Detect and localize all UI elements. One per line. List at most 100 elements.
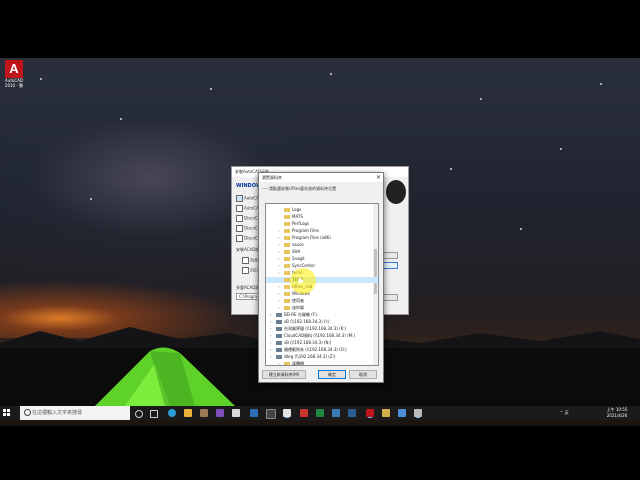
installer-subcheck[interactable]: 包含 [242, 257, 258, 264]
tree-folder-item[interactable]: › 媒體櫃 [266, 361, 378, 366]
tree-item-label: dbrg (\\192.168.34.3) (Z:) [284, 354, 336, 359]
app-icon[interactable] [332, 409, 340, 417]
tent-image [95, 347, 235, 406]
tree-drive-item[interactable]: › 台灣業界優 (\\192.168.34.3) (K:) [266, 326, 376, 332]
new-folder-button[interactable]: 建立新資料夾(M) [262, 370, 306, 379]
app-icon[interactable] [250, 409, 258, 417]
tree-item-label: 婚禮範例系 (\\192.168.34.3) (O:) [284, 347, 347, 352]
drive-icon [276, 327, 282, 331]
edge-icon[interactable] [168, 409, 176, 417]
tree-folder-item[interactable]: › sauce [266, 242, 378, 248]
folder-icon [284, 271, 290, 275]
folder-icon [284, 215, 290, 219]
folder-tree[interactable]: Logs MATS PerfLogs › Program Files › Program F… [265, 203, 379, 366]
tree-drive-item[interactable]: › dbrg (\\192.168.34.3) (Z:) [266, 354, 376, 360]
installer-button[interactable] [382, 294, 398, 301]
tree-folder-item[interactable]: › SyncCenter [266, 263, 378, 269]
folder-icon [284, 257, 290, 261]
tree-item-label: 台灣業界優 (\\192.168.34.3) (K:) [284, 326, 347, 331]
tree-drive-item[interactable]: › CloudCAD資料 (\\192.168.34.3) (M:) [266, 333, 376, 339]
autocad-icon: A [5, 60, 23, 78]
top-letterbox [0, 0, 640, 58]
notepad-icon[interactable] [232, 409, 240, 417]
installer-section-label: 安裝ACAD組 [236, 247, 260, 252]
tree-drive-item[interactable]: › BD-RE 光碟機 (F:) [266, 312, 376, 318]
app-icon[interactable] [283, 409, 291, 417]
installer-button[interactable] [382, 262, 398, 269]
tree-drive-item[interactable]: › sB (\\192.168.34.3) (I:) [266, 319, 376, 325]
autocad-logo [386, 180, 406, 204]
cortana-icon[interactable] [135, 410, 143, 418]
tree-item-label: sB (\\192.168.34.3) (N:) [284, 340, 332, 345]
tree-item-label: Snagit [292, 256, 305, 261]
folder-icon [284, 229, 290, 233]
app-icon[interactable] [398, 409, 406, 417]
tree-item-label: sB (\\192.168.34.3) (I:) [284, 319, 330, 324]
drive-icon [276, 334, 282, 338]
autocad-taskbar-icon[interactable] [366, 409, 374, 417]
tree-item-label: BD-RE 光碟機 (F:) [284, 312, 318, 317]
tree-item-label: SHA [292, 249, 301, 254]
dialog-title: 瀏覽資料夾 [259, 173, 383, 182]
tree-folder-item[interactable]: PerfLogs [266, 221, 378, 227]
drive-icon [276, 313, 282, 317]
tree-item-label: Program Files [292, 228, 319, 233]
folder-icon [284, 236, 290, 240]
tree-folder-item[interactable]: MATS [266, 214, 378, 220]
drive-icon [276, 341, 282, 345]
windows-start-icon[interactable] [3, 409, 11, 417]
app-icon[interactable] [348, 409, 356, 417]
task-view-icon[interactable] [150, 410, 158, 418]
tree-folder-item[interactable]: ›Ufiles_cad [266, 284, 378, 290]
autocad-desktop-shortcut[interactable]: A AutoCAD 2010 - 繁 [2, 60, 26, 88]
drive-icon [276, 320, 282, 324]
search-placeholder: 在這裡輸入文字來搜尋 [32, 410, 83, 416]
system-tray[interactable]: ^ 英 [560, 406, 569, 420]
tree-item-label: 迷你碟 [292, 305, 304, 310]
tree-folder-item[interactable]: Logs [266, 207, 378, 213]
tree-item-label: Program Files (x86) [292, 235, 331, 240]
folder-icon [284, 285, 290, 289]
tree-item-label: 媒體櫃 [292, 361, 304, 366]
taskbar-search-box[interactable]: 在這裡輸入文字來搜尋 [20, 406, 130, 420]
file-explorer-icon[interactable] [184, 409, 192, 417]
tree-folder-item[interactable]: › Snagit [266, 256, 378, 262]
installer-path-label: 多重ACAD路 [236, 285, 260, 290]
folder-icon [284, 208, 290, 212]
tree-folder-item[interactable]: › 迷你碟 [266, 305, 378, 311]
tree-item-label: Logs [292, 207, 302, 212]
tree-item-label: 使用者 [292, 298, 304, 303]
app-icon[interactable] [266, 409, 276, 419]
app-icon[interactable] [300, 409, 308, 417]
tree-folder-item[interactable]: ›terno [266, 270, 378, 276]
drive-icon [276, 348, 282, 352]
tree-drive-item[interactable]: › sB (\\192.168.34.3) (N:) [266, 340, 376, 346]
taskbar: 在這裡輸入文字來搜尋 ^ 英 上午 10:55 2021/4/26 [0, 406, 640, 420]
tree-drive-item[interactable]: › 婚禮範例系 (\\192.168.34.3) (O:) [266, 347, 376, 353]
folder-icon [284, 292, 290, 296]
drive-icon [276, 355, 282, 359]
cancel-button[interactable]: 取消 [349, 370, 377, 379]
folder-icon [284, 222, 290, 226]
installer-button[interactable] [382, 252, 398, 259]
tree-folder-item[interactable]: › Program Files [266, 228, 378, 234]
tree-folder-item[interactable]: › 使用者 [266, 298, 378, 304]
visual-studio-icon[interactable] [216, 409, 224, 417]
tree-folder-item[interactable]: TEMP [266, 277, 378, 283]
installer-taskbar-icon[interactable] [414, 409, 422, 417]
taskbar-clock[interactable]: 上午 10:55 2021/4/26 [602, 407, 632, 419]
folder-icon [284, 299, 290, 303]
tree-folder-item[interactable]: ›Windows [266, 291, 378, 297]
tree-item-label: PerfLogs [292, 221, 310, 226]
store-icon[interactable] [200, 409, 208, 417]
close-icon[interactable]: × [376, 173, 381, 182]
ok-button[interactable]: 確定 [318, 370, 346, 379]
tree-folder-item[interactable]: › SHA [266, 249, 378, 255]
tree-item-label: sauce [292, 242, 304, 247]
tree-item-label: MATS [292, 214, 303, 219]
installer-subcheck[interactable]: 自訂 [242, 267, 258, 274]
folder-icon [284, 243, 290, 247]
excel-icon[interactable] [316, 409, 324, 417]
tree-folder-item[interactable]: › Program Files (x86) [266, 235, 378, 241]
app-icon[interactable] [382, 409, 390, 417]
